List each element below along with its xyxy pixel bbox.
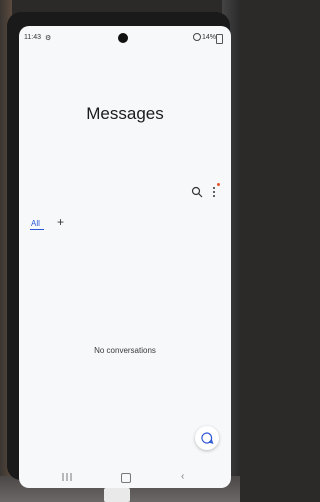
new-message-icon — [201, 432, 214, 444]
add-category-icon[interactable]: + — [57, 215, 64, 229]
search-icon[interactable] — [191, 186, 203, 198]
tab-active-indicator — [30, 229, 44, 230]
phone-body: 11:43 ⚙ 14% Messages All + No conversati… — [7, 12, 231, 488]
status-bar: 11:43 ⚙ 14% — [19, 26, 231, 50]
notification-badge — [217, 183, 220, 186]
do-not-disturb-icon — [193, 33, 201, 41]
screen: 11:43 ⚙ 14% Messages All + No conversati… — [19, 26, 231, 488]
empty-state-text: No conversations — [94, 346, 156, 355]
tab-all[interactable]: All — [31, 219, 40, 228]
back-icon[interactable]: ‹ — [181, 471, 184, 482]
new-message-button[interactable] — [195, 426, 219, 450]
home-icon[interactable] — [121, 473, 131, 483]
battery-icon — [216, 34, 223, 44]
charging-cable — [104, 488, 130, 502]
gear-icon: ⚙ — [45, 35, 52, 42]
front-camera — [118, 33, 128, 43]
navigation-bar: ‹ — [19, 468, 231, 488]
battery-percent: 14% — [202, 34, 217, 41]
more-options-icon[interactable] — [209, 186, 219, 198]
status-time: 11:43 — [24, 34, 41, 41]
page-title: Messages — [86, 104, 164, 123]
recents-icon[interactable] — [61, 472, 73, 482]
